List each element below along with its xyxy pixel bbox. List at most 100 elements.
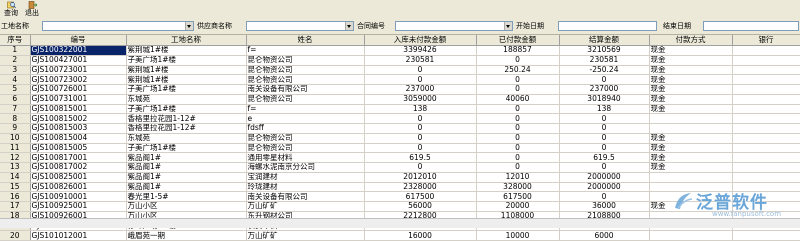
row-site[interactable]: 子美广场1#楼 [126, 143, 247, 154]
row-site[interactable]: 子美广场1#楼 [126, 84, 247, 95]
row-code[interactable]: GJS100817001 [30, 152, 127, 163]
row-paid[interactable]: 617500 [476, 191, 560, 202]
row-bank[interactable] [732, 172, 800, 183]
row-site[interactable]: 紫荆城1#楼 [126, 74, 247, 85]
row-seq[interactable]: 13 [0, 162, 31, 173]
table-row[interactable]: 6 GJS100731001 东城苑 昆仑物资公司 3059000 40060 301894… [0, 94, 800, 105]
row-name[interactable]: 南关设备有限公司 [246, 191, 365, 202]
row-bank[interactable] [732, 152, 800, 163]
row-method[interactable]: 现金 [649, 74, 733, 85]
row-name[interactable]: 昆仑物资公司 [246, 55, 365, 66]
row-name[interactable]: e [246, 113, 365, 124]
row-site[interactable]: 紫品阁1# [126, 182, 247, 193]
row-site[interactable]: 紫荆城1#楼 [126, 45, 247, 56]
row-site[interactable]: 紫品阁1# [126, 162, 247, 173]
row-code[interactable]: GJS100726001 [30, 84, 127, 95]
row-method[interactable]: 现金 [649, 84, 733, 95]
row-name[interactable]: f= [246, 45, 365, 56]
row-code[interactable]: GJS100815001 [30, 104, 127, 115]
row-unpaid[interactable]: 0 [364, 133, 477, 144]
row-name[interactable]: f= [246, 104, 365, 115]
chevron-down-icon[interactable] [185, 22, 193, 30]
row-code[interactable]: GJS100731001 [30, 94, 127, 105]
site-name-select[interactable] [42, 21, 194, 31]
row-paid[interactable]: 40060 [476, 94, 560, 105]
row-code[interactable]: GJS100910001 [30, 191, 127, 202]
table-row[interactable]: 5 GJS100726001 子美广场1#楼 南关设备有限公司 237000 0 23700… [0, 84, 800, 95]
table-row[interactable]: 13 GJS100817002 紫品阁1# 海螺水泥南京分公司 0 0 0 现金 [0, 162, 800, 173]
row-code[interactable]: GJS100723002 [30, 74, 127, 85]
row-code[interactable]: GJS100817002 [30, 162, 127, 173]
row-seq[interactable]: 17 [0, 201, 31, 212]
table-row[interactable]: 8 GJS100815002 香格里拉花园1-12# e 0 0 0 [0, 113, 800, 124]
row-paid[interactable]: 0 [476, 133, 560, 144]
col-header-settle[interactable]: 结算金额 [559, 35, 650, 46]
row-paid[interactable]: 328000 [476, 182, 560, 193]
row-code[interactable]: GJS100815005 [30, 143, 127, 154]
table-row[interactable]: 4 GJS100723002 紫荆城1#楼 昆仑物资公司 0 0 0 现金 [0, 74, 800, 85]
row-bank[interactable] [732, 113, 800, 124]
row-method[interactable] [649, 113, 733, 124]
col-header-code[interactable]: 编号 [30, 35, 127, 46]
row-code[interactable]: GJS100723001 [30, 65, 127, 76]
row-name[interactable]: 万山矿矿 [246, 230, 365, 241]
row-site[interactable]: 峨眉苑一期 [126, 230, 247, 241]
table-row[interactable]: 2 GJS100427001 子美广场1#楼 昆仑物资公司 230581 0 230581 现… [0, 55, 800, 66]
row-settle[interactable]: 138 [559, 104, 650, 115]
row-bank[interactable] [732, 133, 800, 144]
row-method[interactable]: 现金 [649, 133, 733, 144]
row-bank[interactable] [732, 45, 800, 56]
row-paid[interactable]: 0 [476, 74, 560, 85]
row-bank[interactable] [732, 123, 800, 134]
contract-no-select[interactable] [395, 21, 513, 31]
exit-button[interactable]: 退出 [22, 0, 42, 19]
row-unpaid[interactable]: 0 [364, 143, 477, 154]
row-paid[interactable]: 250.24 [476, 65, 560, 76]
end-date-input[interactable] [703, 21, 799, 31]
row-seq[interactable]: 9 [0, 123, 31, 134]
table-row[interactable]: 1 GJS100322001 紫荆城1#楼 f= 3399426 188857 321056… [0, 45, 800, 56]
table-row[interactable]: 10 GJS100815004 东城苑 昆仑物资公司 0 0 0 现金 [0, 133, 800, 144]
row-method[interactable]: 现金 [649, 143, 733, 154]
row-paid[interactable]: 0 [476, 152, 560, 163]
row-code[interactable]: GJS100322001 [30, 45, 127, 56]
supplier-select[interactable] [246, 21, 354, 31]
row-paid[interactable]: 0 [476, 55, 560, 66]
row-method[interactable]: 现金 [649, 162, 733, 173]
row-code[interactable]: GJS100815002 [30, 113, 127, 124]
row-method[interactable]: 现金 [649, 55, 733, 66]
row-seq[interactable]: 5 [0, 84, 31, 95]
row-seq[interactable]: 15 [0, 182, 31, 193]
row-settle[interactable]: 2000000 [559, 172, 650, 183]
row-unpaid[interactable]: 2328000 [364, 182, 477, 193]
row-seq[interactable]: 20 [0, 230, 31, 241]
row-method[interactable]: 现金 [649, 152, 733, 163]
row-settle[interactable]: 3210569 [559, 45, 650, 56]
row-seq[interactable]: 6 [0, 94, 31, 105]
row-unpaid[interactable]: 3059000 [364, 94, 477, 105]
row-seq[interactable]: 14 [0, 172, 31, 183]
row-site[interactable]: 子美广场1#楼 [126, 104, 247, 115]
table-row[interactable]: 20 GJS101012001 峨眉苑一期 万山矿矿 16000 10000 6000 [0, 230, 800, 241]
col-header-paid[interactable]: 已付款金额 [476, 35, 560, 46]
row-name[interactable]: 昆仑物资公司 [246, 94, 365, 105]
row-code[interactable]: GJS100427001 [30, 55, 127, 66]
row-bank[interactable] [732, 55, 800, 66]
col-header-site[interactable]: 工地名称 [126, 35, 247, 46]
table-row[interactable]: 7 GJS100815001 子美广场1#楼 f= 138 0 138 现金 [0, 104, 800, 115]
row-paid[interactable]: 0 [476, 143, 560, 154]
chevron-down-icon[interactable] [504, 22, 512, 30]
row-site[interactable]: 香格里拉花园1-12# [126, 113, 247, 124]
row-code[interactable]: GJS100925001 [30, 201, 127, 212]
row-site[interactable]: 万山小区 [126, 201, 247, 212]
row-settle[interactable]: 0 [559, 113, 650, 124]
row-settle[interactable]: 6000 [559, 230, 650, 241]
row-code[interactable]: GJS101012001 [30, 230, 127, 241]
col-header-name[interactable]: 姓名 [246, 35, 365, 46]
row-bank[interactable] [732, 74, 800, 85]
table-row[interactable]: 12 GJS100817001 紫品阁1# 通用零星材料 619.5 0 619.5 现金 [0, 152, 800, 163]
row-site[interactable]: 香格里拉花园1-12# [126, 123, 247, 134]
row-settle[interactable]: 0 [559, 162, 650, 173]
row-settle[interactable]: 3018940 [559, 94, 650, 105]
row-site[interactable]: 紫荆城1#楼 [126, 65, 247, 76]
